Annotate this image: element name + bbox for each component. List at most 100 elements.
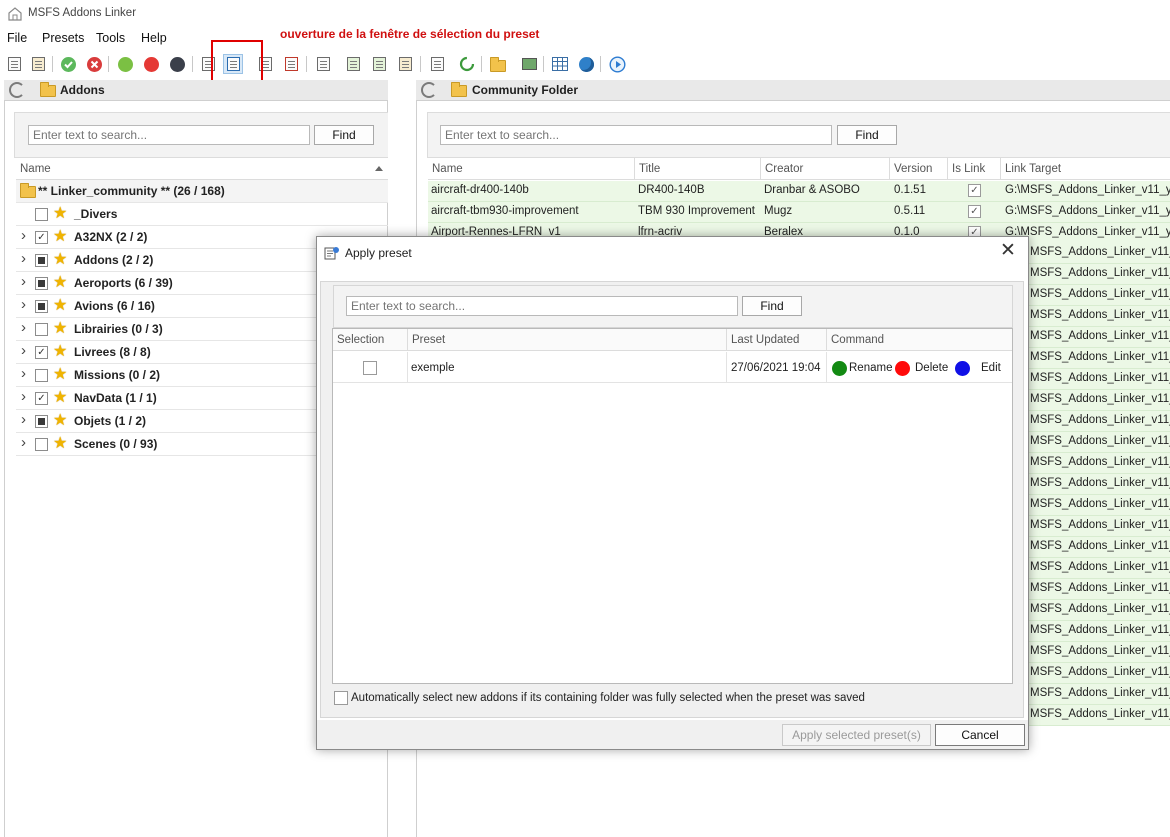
chevron-right-icon[interactable]: › — [21, 342, 26, 359]
table-icon[interactable] — [550, 54, 570, 74]
toolbar-separator — [52, 56, 53, 72]
rename-command[interactable]: Rename — [849, 362, 892, 374]
table-row[interactable]: aircraft-tbm930-improvement TBM 930 Impro… — [428, 202, 1170, 223]
sort-ascending-icon — [375, 166, 383, 171]
column-header-link-target[interactable]: Link Target — [1001, 158, 1170, 180]
star-icon: ★ — [53, 251, 68, 268]
chevron-right-icon[interactable]: › — [21, 250, 26, 267]
tree-item-checkbox[interactable] — [35, 277, 48, 290]
column-header-last-updated[interactable]: Last Updated — [727, 329, 827, 351]
cancel-icon[interactable] — [84, 54, 104, 74]
column-header-title[interactable]: Title — [635, 158, 761, 180]
tree-item-checkbox[interactable] — [35, 323, 48, 336]
link-icon[interactable] — [343, 54, 363, 74]
chevron-right-icon[interactable]: › — [21, 273, 26, 290]
community-find-button[interactable]: Find — [837, 125, 897, 145]
column-header-creator[interactable]: Creator — [761, 158, 890, 180]
tree-item[interactable]: ★ _Divers — [16, 203, 388, 226]
column-header-preset[interactable]: Preset — [408, 329, 727, 351]
tree-icon[interactable] — [313, 54, 333, 74]
apply-selected-presets-button[interactable]: Apply selected preset(s) — [782, 724, 931, 746]
dark-dot-icon[interactable] — [167, 54, 187, 74]
chevron-right-icon[interactable]: › — [21, 296, 26, 313]
open-folder-icon[interactable] — [488, 54, 508, 74]
green-dot-icon[interactable] — [115, 54, 135, 74]
play-icon[interactable] — [607, 54, 627, 74]
annotation-text: ouverture de la fenêtre de sélection du … — [280, 27, 540, 41]
tree-item-checkbox[interactable]: ✓ — [35, 346, 48, 359]
swap-icon[interactable] — [395, 54, 415, 74]
auto-select-checkbox[interactable] — [334, 691, 348, 705]
column-header-is-link[interactable]: Is Link — [948, 158, 1001, 180]
tree-item-label: Missions (0 / 2) — [74, 368, 161, 382]
collapse-icon[interactable] — [281, 54, 301, 74]
check-icon[interactable] — [58, 54, 78, 74]
cell-version: 0.1.51 — [894, 184, 926, 196]
preset-name: exemple — [411, 362, 455, 374]
addons-find-button[interactable]: Find — [314, 125, 374, 145]
tree-item-checkbox[interactable]: ✓ — [35, 392, 48, 405]
delete-dot-icon[interactable] — [895, 361, 910, 376]
edit-dot-icon[interactable] — [955, 361, 970, 376]
star-icon: ★ — [53, 320, 68, 337]
column-header-command[interactable]: Command — [827, 329, 1012, 351]
cell-creator: Dranbar & ASOBO — [764, 184, 860, 196]
chevron-right-icon[interactable]: › — [21, 319, 26, 336]
tree-item-checkbox[interactable]: ✓ — [35, 231, 48, 244]
chevron-right-icon[interactable]: › — [21, 434, 26, 451]
app-icon — [8, 7, 22, 21]
tree-root-row[interactable]: ** Linker_community ** (26 / 168) — [16, 180, 388, 203]
preset-selection-checkbox[interactable] — [363, 361, 377, 375]
hierarchy-icon[interactable] — [427, 54, 447, 74]
refresh-icon[interactable] — [421, 82, 437, 98]
dialog-search-input[interactable] — [346, 296, 738, 316]
menu-help[interactable]: Help — [141, 31, 167, 45]
community-search-input[interactable] — [440, 125, 832, 145]
tree-item-checkbox[interactable] — [35, 369, 48, 382]
image-icon[interactable] — [519, 54, 539, 74]
globe-icon[interactable] — [576, 54, 596, 74]
preset-icon — [324, 247, 339, 260]
paste-icon[interactable] — [28, 54, 48, 74]
column-header-name[interactable]: Name — [428, 158, 635, 180]
preset-row[interactable]: exemple 27/06/2021 19:04 — [333, 352, 1012, 383]
tree-item-checkbox[interactable] — [35, 208, 48, 221]
menu-tools[interactable]: Tools — [96, 31, 125, 45]
table-row[interactable]: aircraft-dr400-140b DR400-140B Dranbar & A… — [428, 181, 1170, 202]
chevron-right-icon[interactable]: › — [21, 227, 26, 244]
dialog-title: Apply preset — [345, 246, 412, 260]
tree-item-checkbox[interactable] — [35, 415, 48, 428]
cell-creator: Mugz — [764, 205, 793, 217]
import-icon[interactable] — [4, 54, 24, 74]
red-dot-icon[interactable] — [141, 54, 161, 74]
unlink-icon[interactable] — [369, 54, 389, 74]
chevron-right-icon[interactable]: › — [21, 365, 26, 382]
chevron-right-icon[interactable]: › — [21, 388, 26, 405]
refresh-icon[interactable] — [457, 54, 477, 74]
column-header-name[interactable]: Name — [16, 158, 388, 180]
cancel-button[interactable]: Cancel — [935, 724, 1025, 746]
link-target-fragment: MSFS_Addons_Linker_v11_ywF — [1028, 432, 1170, 453]
link-target-fragment: MSFS_Addons_Linker_v11_ywF — [1028, 663, 1170, 684]
addons-search-input[interactable] — [28, 125, 310, 145]
star-icon: ★ — [53, 412, 68, 429]
column-header-selection[interactable]: Selection — [333, 329, 408, 351]
cell-name: aircraft-dr400-140b — [431, 184, 529, 196]
menu-presets[interactable]: Presets — [42, 31, 84, 45]
column-header-version[interactable]: Version — [890, 158, 948, 180]
cell-link-target: G:\MSFS_Addons_Linker_v11_ywF — [1005, 184, 1170, 196]
refresh-icon[interactable] — [9, 82, 25, 98]
tree-item-checkbox[interactable] — [35, 438, 48, 451]
edit-command[interactable]: Edit — [981, 362, 1001, 374]
chevron-right-icon[interactable]: › — [21, 411, 26, 428]
menu-file[interactable]: File — [7, 31, 27, 45]
link-target-fragment: MSFS_Addons_Linker_v11_ywF — [1028, 348, 1170, 369]
cell-title: TBM 930 Improvement — [638, 205, 755, 217]
close-icon[interactable]: ✕ — [1000, 241, 1016, 261]
tree-item-checkbox[interactable] — [35, 300, 48, 313]
dialog-find-button[interactable]: Find — [742, 296, 802, 316]
delete-command[interactable]: Delete — [915, 362, 948, 374]
tree-item-checkbox[interactable] — [35, 254, 48, 267]
rename-dot-icon[interactable] — [832, 361, 847, 376]
menu-bar: File Presets Tools Help — [0, 28, 1170, 50]
